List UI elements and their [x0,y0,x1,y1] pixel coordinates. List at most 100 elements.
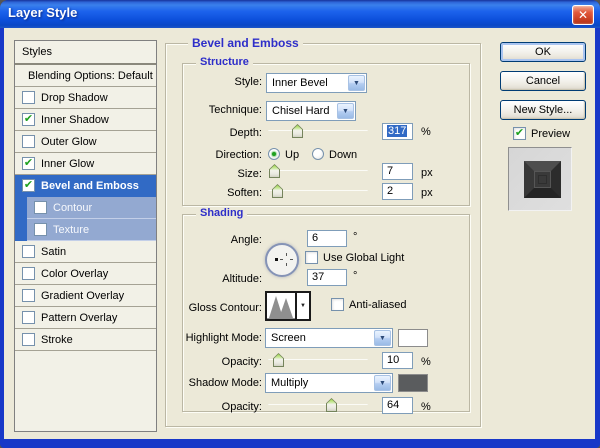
technique-dropdown-value: Chisel Hard [272,105,330,117]
unchecked-checkbox[interactable] [34,223,47,236]
style-dropdown-value: Inner Bevel [272,77,328,89]
style-label: Style: [234,76,262,88]
style-list-item-satin[interactable]: Satin [15,241,156,263]
style-list-item-contour[interactable]: Contour [15,196,156,219]
angle-dial-marker [275,253,293,266]
slider-thumb[interactable] [292,124,303,138]
style-list-item-texture[interactable]: Texture [15,218,156,241]
checked-checkbox[interactable]: ✔ [22,179,35,192]
checked-checkbox[interactable]: ✔ [22,157,35,170]
altitude-unit: ° [353,270,358,282]
new-style-button[interactable]: New Style... [500,100,586,120]
direction-down-radio[interactable] [312,148,324,160]
style-list-item-inner-shadow[interactable]: ✔ Inner Shadow [15,109,156,131]
cancel-button[interactable]: Cancel [500,71,586,91]
unchecked-checkbox[interactable] [22,135,35,148]
chevron-down-icon[interactable]: ▼ [337,103,354,119]
window-title: Layer Style [8,5,78,20]
shadow-mode-label: Shadow Mode: [188,377,262,389]
shadow-opacity-label: Opacity: [221,401,262,413]
style-list-item-blending-options-default[interactable]: Blending Options: Default [15,65,156,87]
slider-track[interactable] [268,190,368,191]
slider-track[interactable] [268,130,368,131]
style-list-item-inner-glow[interactable]: ✔ Inner Glow [15,153,156,175]
use-global-light-checkbox[interactable] [305,251,318,264]
gloss-contour-picker[interactable]: ▼ [265,291,311,321]
size-input[interactable]: 7 [382,163,413,180]
checked-checkbox[interactable]: ✔ [22,113,35,126]
styles-list-header: Styles [15,41,156,65]
soften-input[interactable]: 2 [382,183,413,200]
size-slider[interactable] [268,164,368,179]
direction-up-label: Up [285,149,300,161]
shadow-mode-dropdown[interactable]: Multiply ▼ [265,373,393,393]
unchecked-checkbox[interactable] [22,289,35,302]
shadow-opacity-slider[interactable] [268,398,368,413]
anti-aliased-checkbox[interactable] [331,298,344,311]
slider-thumb[interactable] [326,398,337,412]
chevron-down-icon[interactable]: ▼ [297,293,309,319]
unchecked-checkbox[interactable] [34,201,47,214]
style-list-item-pattern-overlay[interactable]: Pattern Overlay [15,307,156,329]
depth-input[interactable]: 317 [382,123,413,140]
style-dropdown[interactable]: Inner Bevel ▼ [266,73,367,93]
highlight-mode-label: Highlight Mode: [185,332,262,344]
altitude-input[interactable]: 37 [307,269,347,286]
shading-title: Shading [196,207,248,219]
preview-checkbox[interactable]: ✔ [513,127,526,140]
angle-dial[interactable] [265,243,299,277]
close-icon[interactable]: ✕ [572,5,594,25]
technique-dropdown[interactable]: Chisel Hard ▼ [266,101,356,121]
style-list-item-bevel-and-emboss[interactable]: ✔ Bevel and Emboss [15,175,156,197]
style-item-label: Outer Glow [41,135,97,148]
style-item-label: Gradient Overlay [41,289,125,302]
chevron-down-icon[interactable]: ▼ [374,375,391,391]
chevron-down-icon[interactable]: ▼ [348,75,365,91]
slider-thumb[interactable] [273,353,284,367]
slider-thumb[interactable] [272,184,283,198]
depth-value-selected: 317 [387,125,408,137]
shadow-color-swatch[interactable] [398,374,428,392]
style-item-label: Inner Shadow [41,113,109,126]
slider-track[interactable] [268,404,368,405]
direction-label: Direction: [215,149,262,161]
contour-thumbnail-icon[interactable] [267,293,297,319]
unchecked-checkbox[interactable] [22,333,35,346]
highlight-mode-dropdown[interactable]: Screen ▼ [265,328,393,348]
shadow-opacity-unit: % [421,401,431,413]
soften-slider[interactable] [268,184,368,199]
shadow-opacity-input[interactable]: 64 [382,397,413,414]
angle-input[interactable]: 6 [307,230,347,247]
chevron-down-icon[interactable]: ▼ [374,330,391,346]
style-list-item-color-overlay[interactable]: Color Overlay [15,263,156,285]
unchecked-checkbox[interactable] [22,91,35,104]
depth-slider[interactable] [268,124,368,139]
style-item-label: Bevel and Emboss [41,179,139,192]
soften-unit: px [421,187,433,199]
style-list-item-outer-glow[interactable]: Outer Glow [15,131,156,153]
highlight-color-swatch[interactable] [398,329,428,347]
size-unit: px [421,167,433,179]
unchecked-checkbox[interactable] [22,311,35,324]
direction-up-radio[interactable] [268,148,280,160]
style-list-item-drop-shadow[interactable]: Drop Shadow [15,87,156,109]
shadow-mode-value: Multiply [271,377,309,389]
slider-track[interactable] [268,170,368,171]
preview-bevel-swatch [524,161,561,198]
angle-value: 6 [312,232,319,244]
highlight-opacity-input[interactable]: 10 [382,352,413,369]
style-item-label: Drop Shadow [41,91,108,104]
use-global-light-label: Use Global Light [323,252,405,264]
unchecked-checkbox[interactable] [22,267,35,280]
size-value: 7 [387,165,394,177]
ok-button[interactable]: OK [500,42,586,62]
highlight-opacity-slider[interactable] [268,353,368,368]
slider-thumb[interactable] [269,164,280,178]
style-list-item-stroke[interactable]: Stroke [15,329,156,351]
unchecked-checkbox[interactable] [22,245,35,258]
style-item-label: Inner Glow [41,157,95,170]
size-label: Size: [237,168,262,180]
title-bar[interactable]: Layer Style ✕ [0,0,600,28]
style-list-item-gradient-overlay[interactable]: Gradient Overlay [15,285,156,307]
soften-label: Soften: [227,187,262,199]
